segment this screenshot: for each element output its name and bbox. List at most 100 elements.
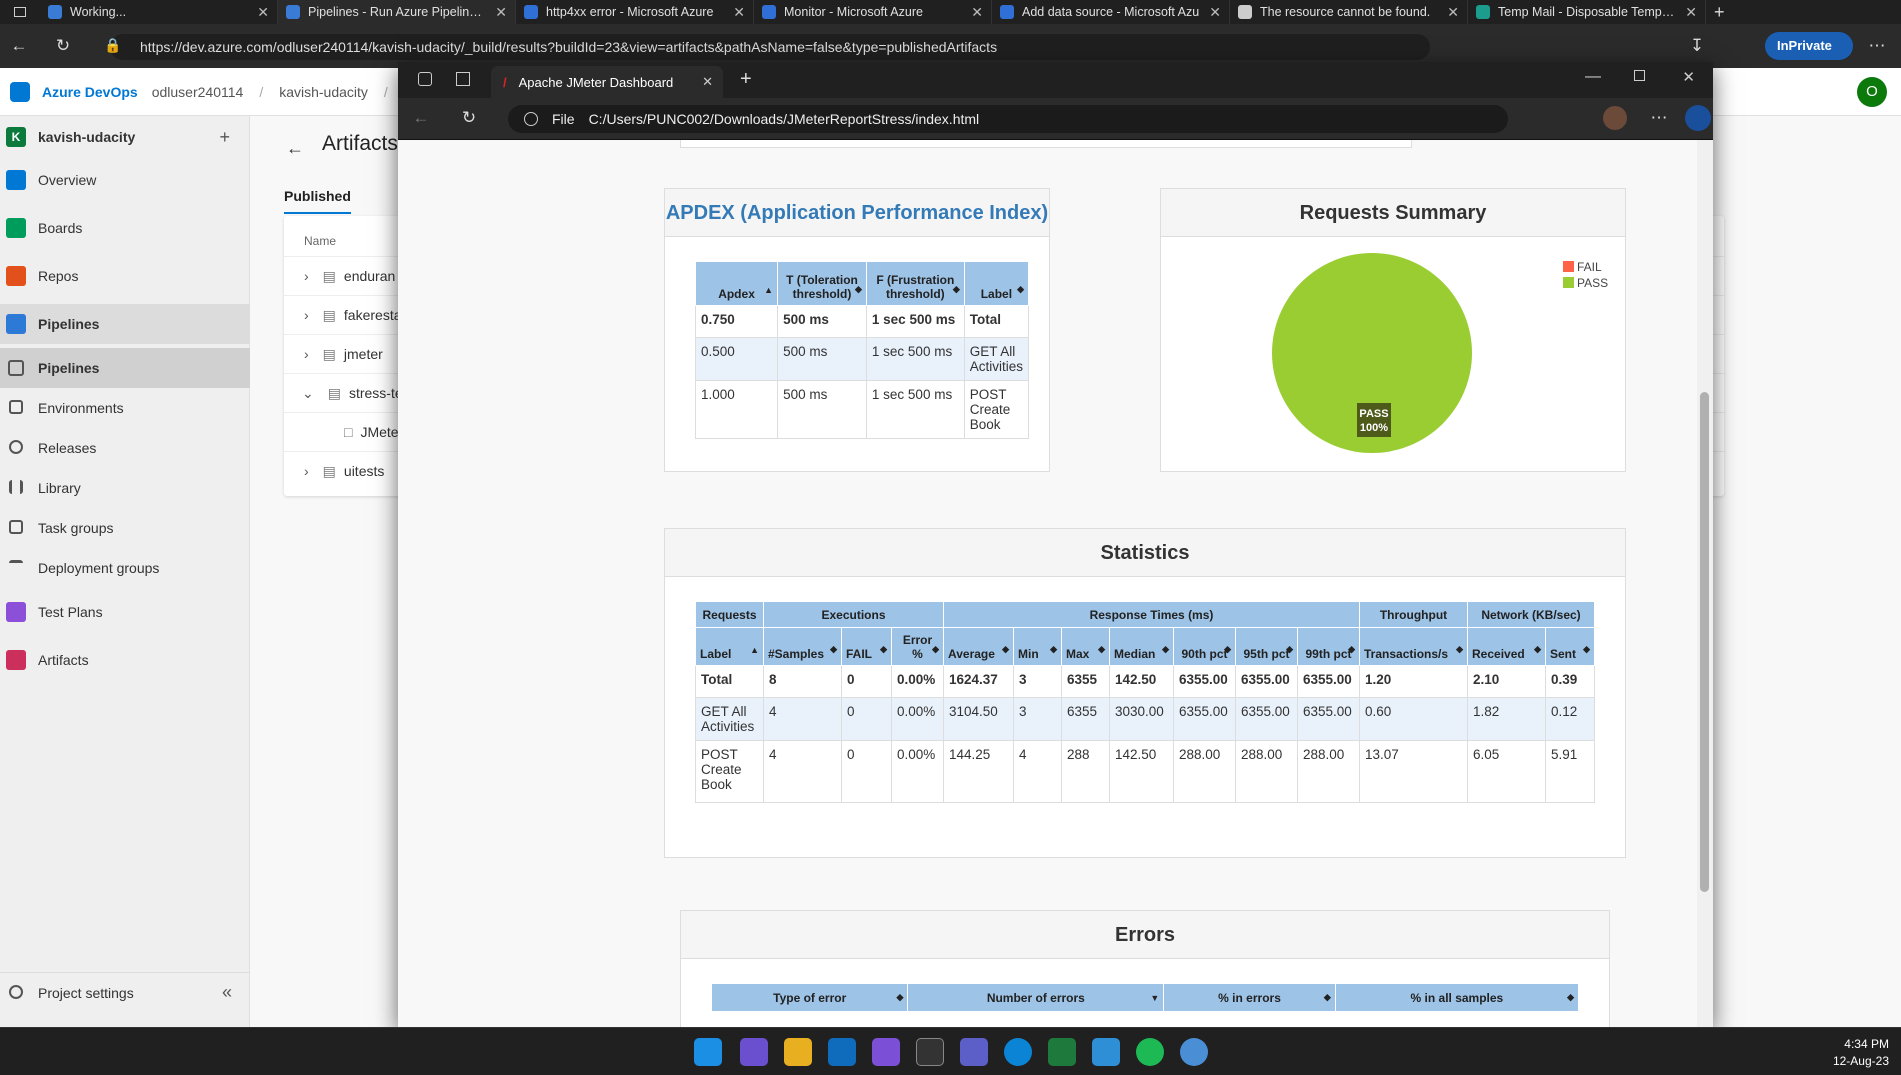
outer-url-field[interactable]: 🔒 https://dev.azure.com/odluser240114/ka…: [104, 34, 1430, 60]
outer-tab[interactable]: Pipelines - Run Azure Pipelines a ✕: [278, 0, 516, 24]
errors-col-header[interactable]: % in all samples ◆: [1334, 983, 1580, 1012]
stats-col-header[interactable]: Median ◆: [1109, 627, 1174, 666]
more-icon[interactable]: ⋯: [1866, 35, 1888, 57]
back-icon[interactable]: ←: [8, 35, 30, 57]
add-icon[interactable]: +: [219, 127, 230, 148]
chevron-down-icon[interactable]: ⌄: [302, 385, 314, 402]
stats-col-header[interactable]: Transactions/s ◆: [1359, 627, 1468, 666]
outlook-icon[interactable]: [828, 1038, 856, 1066]
close-window-icon[interactable]: ✕: [1682, 68, 1695, 86]
nav-overview[interactable]: Overview: [0, 160, 250, 200]
nav-pipelines[interactable]: Pipelines: [0, 304, 250, 344]
outer-tab[interactable]: Monitor - Microsoft Azure ✕: [754, 0, 992, 24]
nav-library[interactable]: Library: [0, 468, 250, 508]
breadcrumb-org[interactable]: odluser240114: [152, 84, 244, 100]
project-switcher[interactable]: K kavish-udacity +: [0, 116, 250, 158]
close-tab-icon[interactable]: ✕: [1685, 4, 1697, 21]
back-icon[interactable]: ←: [410, 107, 432, 129]
outer-tab[interactable]: Add data source - Microsoft Azu ✕: [992, 0, 1230, 24]
nav-task-groups[interactable]: Task groups: [0, 508, 250, 548]
brand-name[interactable]: Azure DevOps: [42, 84, 138, 100]
minimize-icon[interactable]: —: [1585, 68, 1601, 86]
jmeter-tab[interactable]: / Apache JMeter Dashboard ✕: [491, 66, 723, 98]
workspaces-icon[interactable]: [418, 72, 432, 86]
terminal-icon[interactable]: [916, 1038, 944, 1066]
nav-repos[interactable]: Repos: [0, 256, 250, 296]
outer-tab[interactable]: Working... ✕: [40, 0, 278, 24]
close-tab-icon[interactable]: ✕: [733, 4, 745, 21]
nav-deployment-groups[interactable]: Deployment groups: [0, 548, 250, 588]
system-clock[interactable]: 4:34 PM 12-Aug-23: [1833, 1036, 1889, 1070]
outer-tab[interactable]: http4xx error - Microsoft Azure ✕: [516, 0, 754, 24]
tab-published[interactable]: Published: [284, 188, 351, 214]
edge-icon[interactable]: [1004, 1038, 1032, 1066]
errors-col-header[interactable]: Type of error ◆: [710, 983, 909, 1012]
nav-artifacts[interactable]: Artifacts: [0, 640, 250, 680]
back-arrow-icon[interactable]: ←: [286, 138, 304, 159]
stats-col-header[interactable]: Error % ◆: [891, 627, 944, 666]
chevron-right-icon[interactable]: ›: [304, 463, 309, 479]
vscode-icon[interactable]: [1092, 1038, 1120, 1066]
stats-col-header[interactable]: 95th pct ◆: [1235, 627, 1298, 666]
more-icon[interactable]: ⋯: [1648, 107, 1670, 129]
stats-col-header[interactable]: Sent ◆: [1545, 627, 1595, 666]
stats-col-header[interactable]: 90th pct ◆: [1173, 627, 1236, 666]
collapse-icon[interactable]: «: [222, 982, 232, 1003]
stats-col-header[interactable]: Average ◆: [943, 627, 1014, 666]
jmeter-scrollbar[interactable]: [1697, 140, 1713, 1027]
apdex-col-header[interactable]: Apdex ▲: [694, 261, 779, 306]
breadcrumb-project[interactable]: kavish-udacity: [279, 84, 368, 100]
window-menu-icon[interactable]: [0, 0, 40, 24]
new-tab-icon[interactable]: +: [1714, 2, 1725, 23]
apdex-col-header[interactable]: Label ◆: [963, 261, 1030, 306]
stats-col-header[interactable]: Max ◆: [1061, 627, 1110, 666]
legend-pass[interactable]: PASS: [1577, 276, 1608, 290]
nav-boards[interactable]: Boards: [0, 208, 250, 248]
stats-col-header[interactable]: Min ◆: [1013, 627, 1062, 666]
nav-environments[interactable]: Environments: [0, 388, 250, 428]
close-tab-icon[interactable]: ✕: [1209, 4, 1221, 21]
outer-tab[interactable]: Temp Mail - Disposable Tempora ✕: [1468, 0, 1706, 24]
close-tab-icon[interactable]: ✕: [971, 4, 983, 21]
chevron-right-icon[interactable]: ›: [304, 346, 309, 362]
close-tab-icon[interactable]: ✕: [1447, 4, 1459, 21]
stats-col-header[interactable]: 99th pct ◆: [1297, 627, 1360, 666]
close-tab-icon[interactable]: ✕: [495, 4, 507, 21]
profile-avatar[interactable]: [1603, 106, 1627, 130]
visual-studio-icon[interactable]: [740, 1038, 768, 1066]
project-settings[interactable]: Project settings «: [0, 972, 250, 1012]
refresh-icon[interactable]: ↻: [458, 107, 480, 129]
chevron-right-icon[interactable]: ›: [304, 268, 309, 284]
stats-col-header[interactable]: FAIL ◆: [841, 627, 892, 666]
stats-col-header[interactable]: #Samples ◆: [763, 627, 842, 666]
nav-pipelines-sub[interactable]: Pipelines: [0, 348, 250, 388]
app-icon[interactable]: [872, 1038, 900, 1066]
stats-col-header[interactable]: Label ▲: [695, 627, 764, 666]
apdex-col-header[interactable]: T (Toleration threshold) ◆: [777, 261, 867, 306]
notepad-icon[interactable]: [1048, 1038, 1076, 1066]
spotify-icon[interactable]: [1136, 1038, 1164, 1066]
maximize-icon[interactable]: [1634, 70, 1645, 81]
nav-test-plans[interactable]: Test Plans: [0, 592, 250, 632]
download-icon[interactable]: ↧: [1686, 35, 1708, 57]
jmeter-url-field[interactable]: File C:/Users/PUNC002/Downloads/JMeterRe…: [508, 105, 1508, 133]
user-avatar[interactable]: O: [1857, 77, 1887, 107]
legend-fail[interactable]: FAIL: [1577, 260, 1602, 274]
teams-icon[interactable]: [960, 1038, 988, 1066]
scrollbar-thumb[interactable]: [1700, 392, 1709, 892]
outer-tab[interactable]: The resource cannot be found. ✕: [1230, 0, 1468, 24]
errors-col-header[interactable]: Number of errors ▼: [907, 983, 1165, 1012]
new-tab-icon[interactable]: +: [740, 68, 752, 91]
file-explorer-icon[interactable]: [784, 1038, 812, 1066]
bing-icon[interactable]: [1685, 105, 1711, 131]
close-tab-icon[interactable]: ✕: [257, 4, 269, 21]
nav-releases[interactable]: Releases: [0, 428, 250, 468]
apdex-col-header[interactable]: F (Frustration threshold) ◆: [865, 261, 965, 306]
tab-actions-icon[interactable]: [456, 72, 470, 86]
start-icon[interactable]: [694, 1038, 722, 1066]
inprivate-badge[interactable]: InPrivate: [1765, 32, 1853, 60]
chevron-right-icon[interactable]: ›: [304, 307, 309, 323]
refresh-icon[interactable]: ↻: [52, 35, 74, 57]
stats-col-header[interactable]: Received ◆: [1467, 627, 1546, 666]
network-icon[interactable]: [1180, 1038, 1208, 1066]
